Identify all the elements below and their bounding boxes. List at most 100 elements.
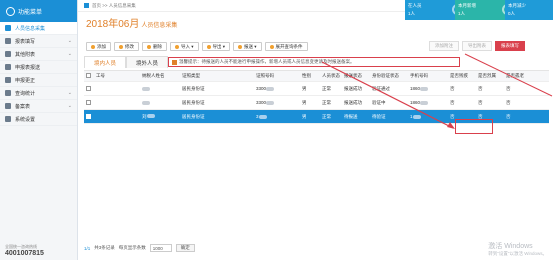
toolbar-button[interactable]: 添加 — [86, 42, 111, 51]
sidebar-item-label: 查询统计 — [15, 90, 36, 97]
menu-item-icon — [5, 25, 11, 31]
id-type-cell: 居民身份证 — [182, 113, 205, 119]
toolbar-button[interactable]: 修改 — [114, 42, 139, 51]
per-page-label: 每页显示条数 — [118, 245, 146, 250]
table-cell: 否 — [448, 86, 476, 92]
sidebar-item[interactable]: 申报表报送 — [0, 61, 77, 74]
sidebar-item-label: 其他附表 — [15, 51, 36, 58]
column-header[interactable]: 是否孤老 — [504, 73, 532, 79]
report-status-cell: 报送成功 — [344, 99, 362, 105]
sidebar-item[interactable]: 查询统计 ⌄ — [0, 87, 77, 100]
table-cell: 否 — [504, 114, 532, 120]
table-cell: 居民身份证 — [180, 114, 254, 120]
table-cell: 男 — [300, 100, 320, 106]
toolbar-button[interactable]: 报送 ▾ — [233, 42, 262, 51]
column-header[interactable]: 证照号码 — [254, 73, 300, 79]
table-cell: 待验证 — [370, 114, 408, 120]
disabled-cell: 否 — [450, 85, 455, 91]
column-header[interactable]: 人员状态 — [320, 73, 342, 79]
tab-domestic[interactable]: 境内人员 — [84, 56, 127, 68]
column-header[interactable]: 纳税人姓名 — [140, 73, 180, 79]
page-indicator[interactable]: 1/1 — [84, 246, 90, 251]
toolbar-icon — [175, 44, 179, 49]
sidebar-item[interactable]: 系统设置 — [0, 113, 77, 126]
column-header[interactable]: 是否烈属 — [476, 73, 504, 79]
disabled-cell: 否 — [450, 99, 455, 105]
toolbar-button[interactable]: 导入 ▾ — [170, 42, 199, 51]
select-all-cell[interactable] — [84, 73, 94, 79]
table-cell: 否 — [476, 100, 504, 106]
column-header[interactable]: 工号 — [94, 73, 140, 79]
table-cell: 居民身份证 — [180, 86, 254, 92]
martyr-cell: 否 — [478, 113, 483, 119]
pager: 1/1 共3条记录 每页显示条数 1000 确定 — [84, 244, 195, 252]
sidebar-item[interactable]: 备案表 ⌄ — [0, 100, 77, 113]
phone-cell: 1860 — [410, 86, 421, 91]
sidebar: 功能菜单 人员信息采集 报表填写 ⌄ 其他附表 ⌄ 申报表报送 申报更正 查询统计 ⌄ 备案表 ⌄ 系… — [0, 0, 78, 260]
sidebar-title: 功能菜单 — [18, 9, 43, 16]
tab-bar: 境内人员 境外人员 — [84, 56, 169, 68]
tab-foreign[interactable]: 境外人员 — [126, 56, 169, 68]
toolbar-icon — [91, 44, 95, 49]
column-header[interactable]: 是否残疾 — [448, 73, 476, 79]
pending-verify-highlight — [455, 119, 493, 134]
toolbar-button[interactable]: 删除 — [142, 42, 167, 51]
chevron-down-icon: ⌄ — [67, 90, 72, 96]
main-area: 首页 >> 人员信息采集 2018年06月 人员信息采集 在人员 1人 本月新增 … — [78, 0, 553, 260]
column-header[interactable]: 身份验证状态 — [370, 73, 408, 79]
fill-report-button[interactable]: 报表填写 — [495, 41, 525, 51]
column-header[interactable]: 证照类型 — [180, 73, 254, 79]
column-header[interactable]: 报送状态 — [342, 73, 370, 79]
toolbar-button[interactable]: 导出 ▾ — [201, 42, 231, 51]
watermark-line1: 激活 Windows — [488, 243, 533, 250]
checkbox[interactable] — [86, 73, 91, 78]
toolbar-button[interactable]: 展开查询条件 — [264, 42, 308, 51]
gender-cell: 男 — [302, 99, 307, 105]
toolbar-button-label: 导入 ▾ — [181, 43, 194, 49]
report-status-cell: 报送成功 — [344, 85, 362, 91]
redacted-id — [258, 114, 267, 119]
table-cell — [84, 99, 94, 106]
record-count: 共3条记录 — [94, 245, 115, 250]
sidebar-item[interactable]: 人员信息采集 — [0, 22, 77, 35]
sidebar-item[interactable]: 其他附表 ⌄ — [0, 48, 77, 61]
table-row[interactable]: 居民身份证 3300 男 正常 报送成功 验证通过 1860 否 否 否 — [84, 82, 549, 96]
redacted-name — [142, 100, 150, 105]
id-type-cell: 居民身份证 — [182, 85, 205, 91]
chevron-down-icon: ⌄ — [67, 103, 72, 109]
toolbar-button-label: 添加 — [97, 43, 106, 49]
column-header[interactable]: 手机号码 — [408, 73, 448, 79]
chevron-down-icon: ⌄ — [67, 51, 72, 57]
page-title: 2018年06月 人员信息采集 — [86, 15, 177, 30]
row-checkbox[interactable] — [86, 113, 91, 119]
status-cell: 正常 — [322, 85, 331, 91]
elderly-cell: 否 — [506, 85, 511, 91]
per-page-input[interactable]: 1000 — [149, 244, 172, 252]
table-cell: 否 — [448, 100, 476, 106]
column-header[interactable]: 性别 — [300, 73, 320, 79]
sidebar-item[interactable]: 报表填写 ⌄ — [0, 35, 77, 48]
row-checkbox[interactable] — [86, 99, 91, 105]
hotline: 全国统一咨询热线 4001007815 — [0, 242, 78, 260]
table-row[interactable]: 居民身份证 3300 男 正常 报送成功 验证中 1860 否 否 否 — [84, 96, 549, 110]
add-note-button[interactable]: 添加附注 — [429, 41, 459, 51]
table-cell — [140, 86, 180, 91]
row-checkbox[interactable] — [86, 85, 91, 91]
stat-reduced: 本月减少 0人 — [505, 0, 553, 20]
home-icon[interactable] — [84, 3, 89, 8]
people-table: 工号 纳税人姓名 证照类型 证照号码 性别 人员状态 报送状态 身份验证状态 手机号码 是否残疾是… — [84, 70, 549, 124]
table-cell: 1 — [408, 114, 448, 119]
table-cell: 3300 — [254, 100, 300, 105]
table-cell: 报送成功 — [342, 86, 370, 92]
menu-item-icon — [5, 64, 11, 70]
redacted-phone — [420, 86, 429, 91]
table-cell: 1860 — [408, 100, 448, 105]
hotline-number: 4001007815 — [5, 250, 44, 257]
toolbar-icon — [119, 44, 123, 49]
table-cell: 男 — [300, 86, 320, 92]
sidebar-item[interactable]: 申报更正 — [0, 74, 77, 87]
disabled-cell: 否 — [450, 113, 455, 119]
export-schedule-button[interactable]: 导出附表 — [462, 41, 492, 51]
breadcrumb-text: 首页 >> 人员信息采集 — [92, 2, 136, 8]
per-page-ok-button[interactable]: 确定 — [175, 244, 195, 252]
